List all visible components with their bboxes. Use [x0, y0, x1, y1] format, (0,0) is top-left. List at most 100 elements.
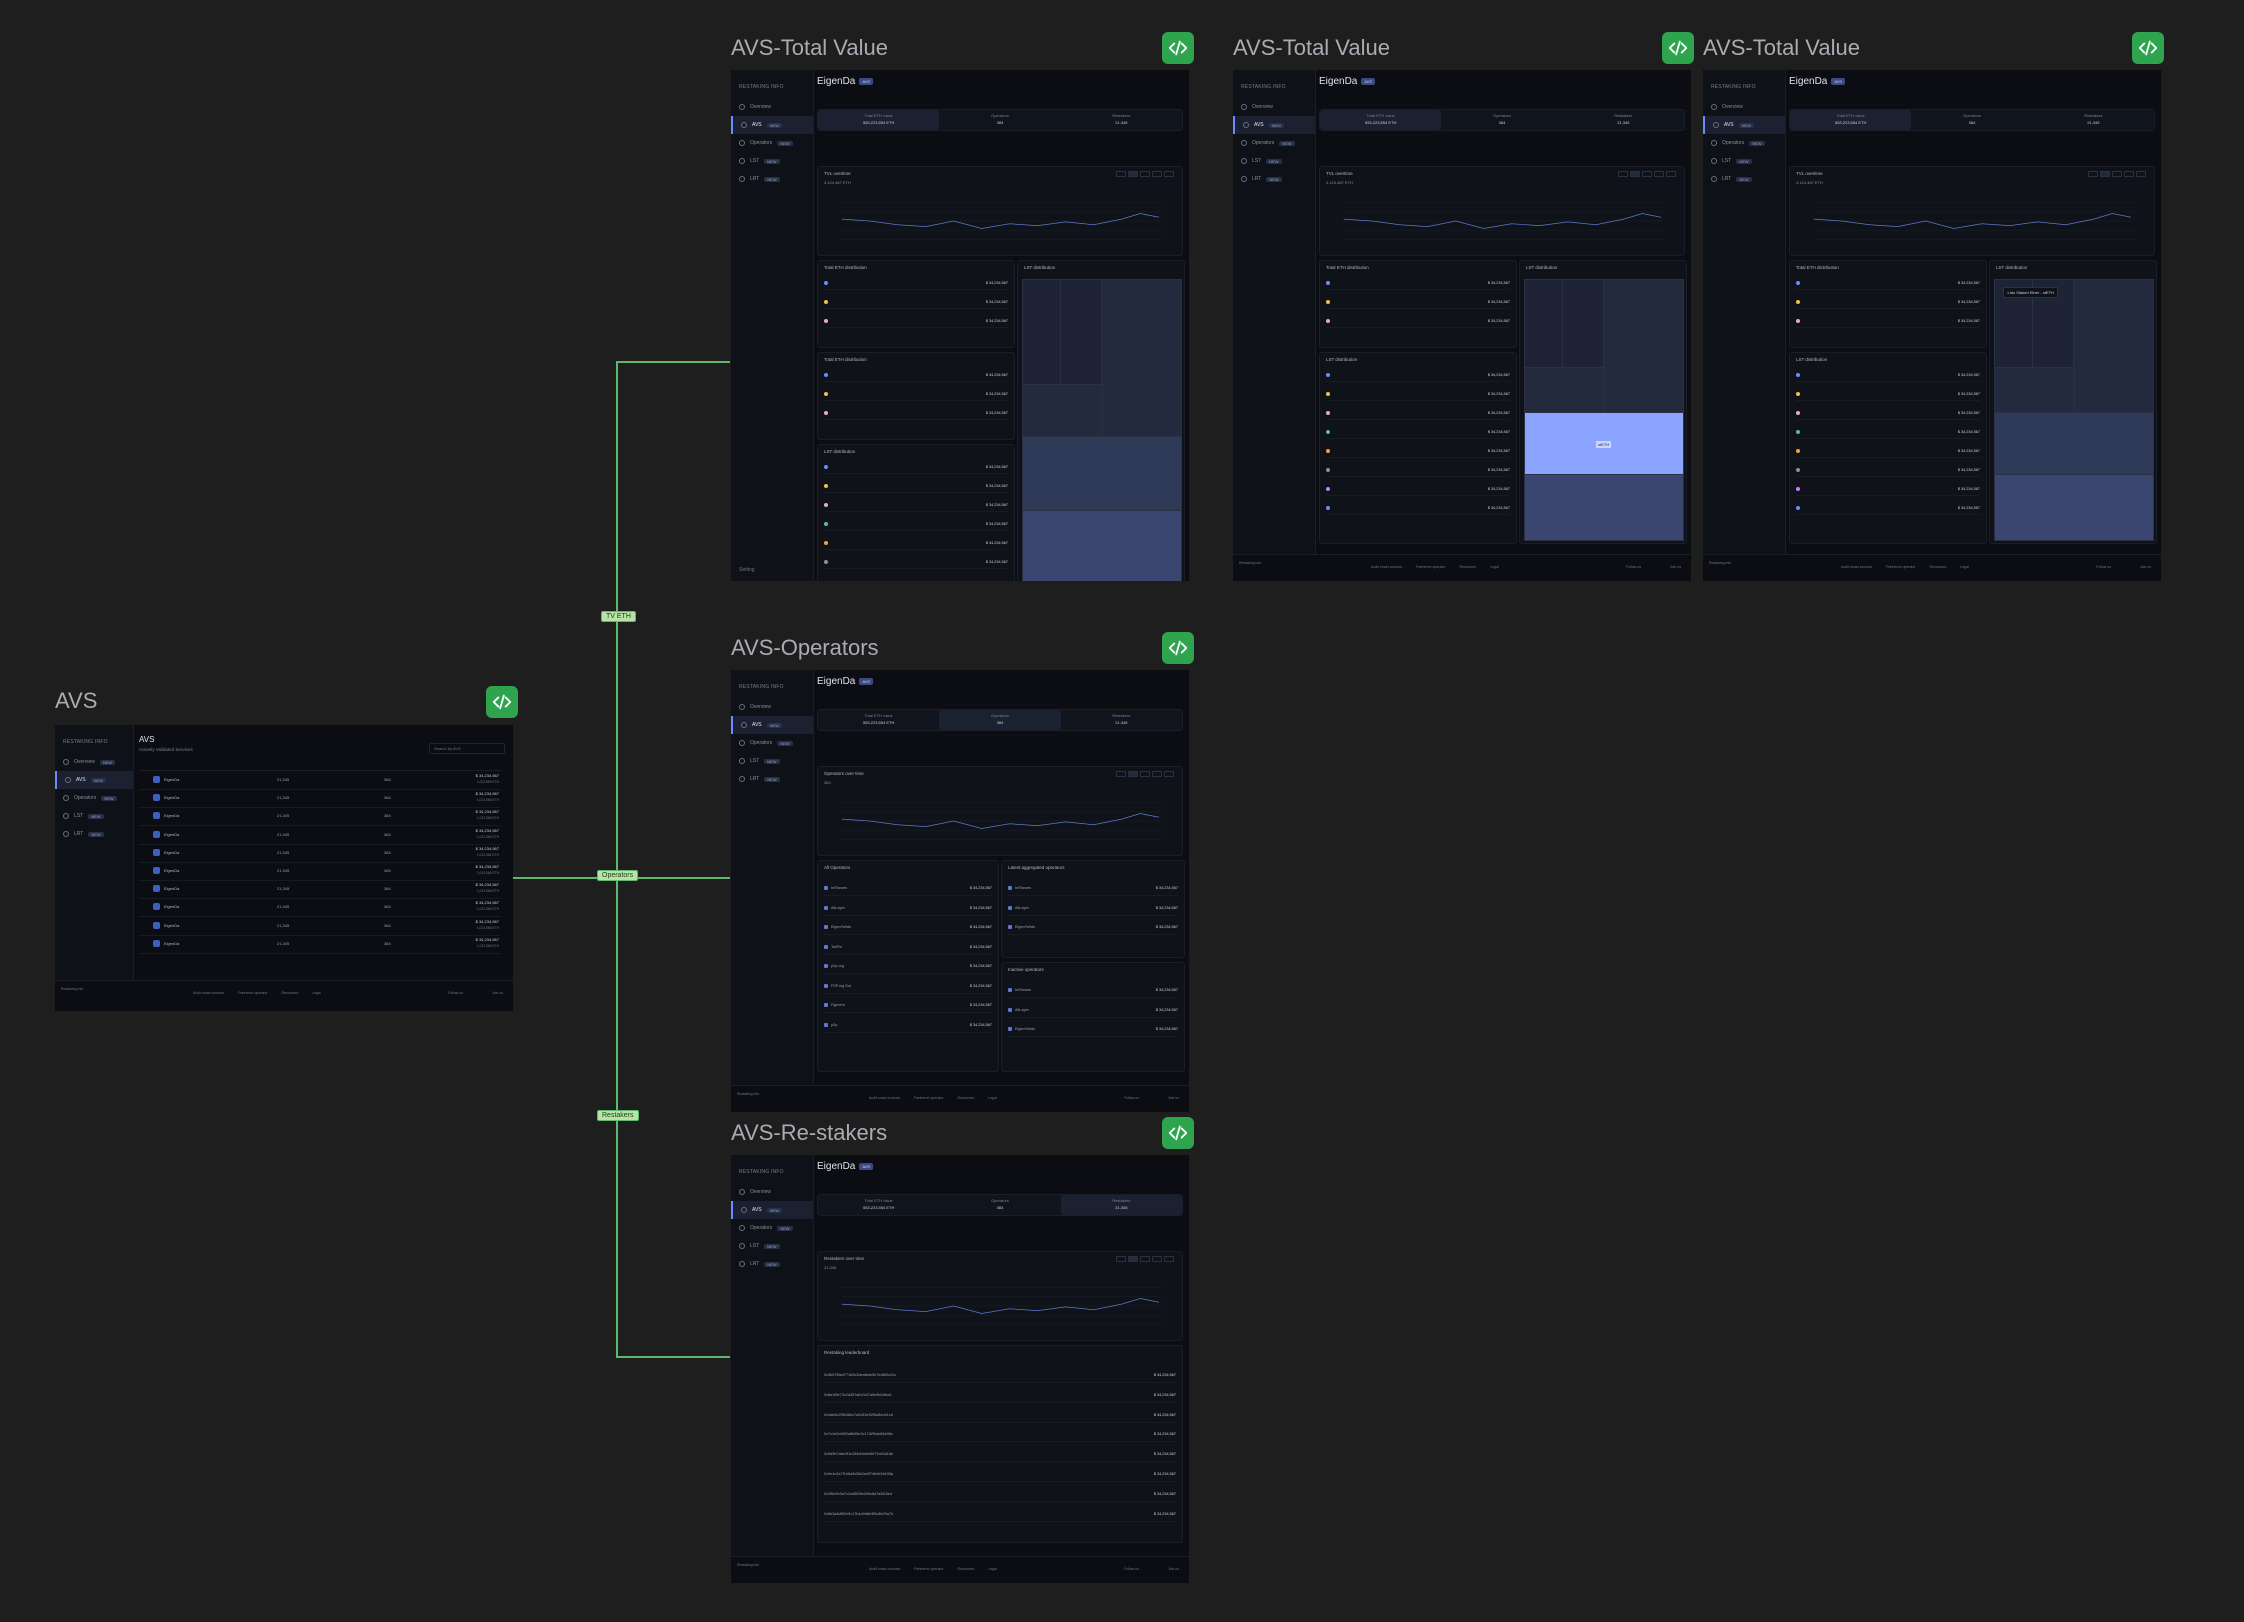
footer-link[interactable]: Legal — [988, 1096, 997, 1100]
sidebar-item-overview[interactable]: Overview — [1703, 98, 1785, 116]
treemap-cell[interactable] — [1022, 279, 1062, 386]
sidebar-item-operators[interactable]: Operators NEW — [731, 734, 813, 752]
table-row[interactable]: EigenDa 21,345 384 $ 34,234,567 1,023,566 ET… — [139, 789, 501, 809]
tab-restakers[interactable]: Restakers 21,345 — [1061, 710, 1182, 730]
sidebar-item-avs[interactable]: AVS NEW — [1703, 116, 1785, 134]
tab-operators[interactable]: Operators 384 — [1441, 110, 1562, 130]
tab-operators[interactable]: Operators 384 — [939, 110, 1060, 130]
follow-us[interactable]: Follow us — [1626, 565, 1641, 569]
table-row[interactable]: 0x2f6e9b3d7c1a48f05e2b9c6d7a3f18e4 $ 34,2… — [824, 1487, 1176, 1502]
sidebar-item-overview[interactable]: Overview — [731, 1183, 813, 1201]
table-row[interactable]: EigenDa 21,345 384 $ 34,234,567 1,023,566 ET… — [139, 826, 501, 845]
footer-link[interactable]: Resources — [958, 1096, 975, 1100]
footer-link[interactable]: Audit smart contract — [1371, 565, 1402, 569]
table-row[interactable]: EigenDa 21,345 384 $ 34,234,567 1,023,566 ET… — [139, 935, 501, 954]
list-item[interactable]: $ 34,234,567 — [1796, 426, 1980, 439]
list-item[interactable]: $ 34,234,567 — [824, 407, 1008, 420]
table-row[interactable]: EigenDa 21,345 384 $ 34,234,567 1,023,566 ET… — [139, 862, 501, 881]
footer-link[interactable]: Audit smart contract — [1841, 565, 1872, 569]
treemap-cell[interactable] — [1022, 436, 1182, 512]
table-row[interactable]: 0x7c1e0d4f92a8b65e3c17d2f0ab84e96c $ 34,2… — [824, 1427, 1176, 1443]
sidebar-item-lrt[interactable]: LRT NEW — [1233, 170, 1315, 188]
treemap-cell[interactable] — [1524, 367, 1605, 414]
list-item[interactable]: $ 34,234,567 — [1796, 315, 1980, 328]
range-tab[interactable] — [1116, 1256, 1126, 1262]
range-tab[interactable] — [1140, 171, 1150, 177]
footer-link[interactable]: Partnered operator — [914, 1096, 943, 1100]
sidebar-item-lst[interactable]: LST NEW — [55, 807, 133, 825]
table-row[interactable]: p2p.org $ 34,234,567 — [824, 959, 992, 974]
sidebar-item-lrt[interactable]: LRT NEW — [731, 170, 813, 188]
table-row[interactable]: AltLayer $ 34,234,567 — [824, 901, 992, 916]
range-tab[interactable] — [1164, 771, 1174, 777]
table-row[interactable]: EigenDa 21,345 384 $ 34,234,567 1,023,566 ET… — [139, 880, 501, 900]
list-item[interactable]: $ 34,234,567 — [824, 388, 1008, 401]
sidebar-item-lst[interactable]: LST NEW — [1233, 152, 1315, 170]
treemap-cell[interactable] — [1059, 279, 1103, 386]
list-item[interactable]: $ 34,234,567 — [1796, 296, 1980, 309]
range-tab[interactable] — [1116, 771, 1126, 777]
join-us[interactable]: Join us — [1168, 1096, 1179, 1100]
range-tab[interactable] — [2136, 171, 2146, 177]
list-item[interactable]: $ 34,234,567 — [824, 277, 1008, 290]
sidebar-item-lst[interactable]: LST NEW — [1703, 152, 1785, 170]
list-item[interactable]: $ 34,234,567 — [824, 480, 1008, 493]
footer-link[interactable]: Resources — [958, 1567, 975, 1571]
treemap-cell[interactable] — [1994, 474, 2154, 541]
follow-us[interactable]: Follow us — [1124, 1096, 1139, 1100]
sidebar-item-overview[interactable]: Overview — [731, 98, 813, 116]
sidebar-item-overview[interactable]: Overview — [731, 698, 813, 716]
footer-link[interactable]: Resources — [1460, 565, 1477, 569]
table-row[interactable]: InfStones $ 34,234,567 — [1008, 983, 1178, 998]
list-item[interactable]: $ 34,234,567 — [1326, 407, 1510, 420]
footer-link[interactable]: Resources — [1930, 565, 1947, 569]
sidebar-item-lrt[interactable]: LRT NEW — [731, 770, 813, 788]
table-row[interactable]: EigenYields $ 34,234,567 — [1008, 920, 1178, 935]
range-tab[interactable] — [1654, 171, 1664, 177]
footer-link[interactable]: Resources — [282, 991, 299, 995]
table-row[interactable]: EigenYields $ 34,234,567 — [1008, 1022, 1178, 1037]
sidebar-item-lrt[interactable]: LRT NEW — [1703, 170, 1785, 188]
sidebar-item-lst[interactable]: LST NEW — [731, 1237, 813, 1255]
code-view-button[interactable] — [1162, 1117, 1194, 1149]
footer-link[interactable]: Audit smart contract — [869, 1567, 900, 1571]
list-item[interactable]: $ 34,234,567 — [1326, 502, 1510, 515]
list-item[interactable]: $ 34,234,567 — [824, 296, 1008, 309]
sidebar-item-operators[interactable]: Operators NEW — [1233, 134, 1315, 152]
list-item[interactable]: $ 34,234,567 — [1796, 369, 1980, 382]
tab-total-value[interactable]: Total ETH value 553,223,554 ETH — [1790, 110, 1912, 130]
sidebar-item-operators[interactable]: Operators NEW — [731, 134, 813, 152]
treemap-cell[interactable] — [1603, 279, 1684, 414]
footer-link[interactable]: Legal — [1490, 565, 1499, 569]
join-us[interactable]: Join us — [2140, 565, 2151, 569]
list-item[interactable]: $ 34,234,567 — [824, 518, 1008, 531]
range-tab[interactable] — [1152, 1256, 1162, 1262]
range-tab[interactable] — [1630, 171, 1640, 177]
sidebar-item-lst[interactable]: LST NEW — [731, 752, 813, 770]
treemap-cell[interactable] — [1022, 510, 1182, 581]
code-view-button[interactable] — [1162, 32, 1194, 64]
footer-link[interactable]: Partnered operator — [1886, 565, 1915, 569]
sidebar-item-operators[interactable]: Operators NEW — [55, 789, 133, 807]
tab-restakers[interactable]: Restakers 21,345 — [1061, 110, 1182, 130]
table-row[interactable]: P2P.org Sol $ 34,234,567 — [824, 979, 992, 994]
footer-link[interactable]: Partnered operator — [1416, 565, 1445, 569]
list-item[interactable]: $ 34,234,567 — [1326, 426, 1510, 439]
follow-us[interactable]: Follow us — [448, 991, 463, 995]
range-tab[interactable] — [1164, 171, 1174, 177]
treemap-cell[interactable] — [1524, 474, 1684, 541]
range-tab[interactable] — [1128, 171, 1138, 177]
list-item[interactable]: $ 34,234,567 — [1796, 502, 1980, 515]
range-tabs[interactable] — [1616, 171, 1676, 177]
list-item[interactable]: $ 34,234,567 — [824, 369, 1008, 382]
treemap-cell[interactable] — [1561, 279, 1605, 370]
range-tab[interactable] — [1642, 171, 1652, 177]
list-item[interactable]: $ 34,234,567 — [1796, 388, 1980, 401]
footer-link[interactable]: Partnered operator — [238, 991, 267, 995]
treemap-cell[interactable] — [1994, 367, 2075, 414]
table-row[interactable]: 0x9e4c2a7f1b6d3e58c0a2f74b9d16e35a $ 34,2… — [824, 1467, 1176, 1482]
range-tab[interactable] — [2100, 171, 2110, 177]
table-row[interactable]: EigenDa 21,345 384 $ 34,234,567 1,023,566 ET… — [139, 807, 501, 827]
setting-link[interactable]: Setting — [739, 567, 755, 573]
range-tab[interactable] — [1618, 171, 1628, 177]
